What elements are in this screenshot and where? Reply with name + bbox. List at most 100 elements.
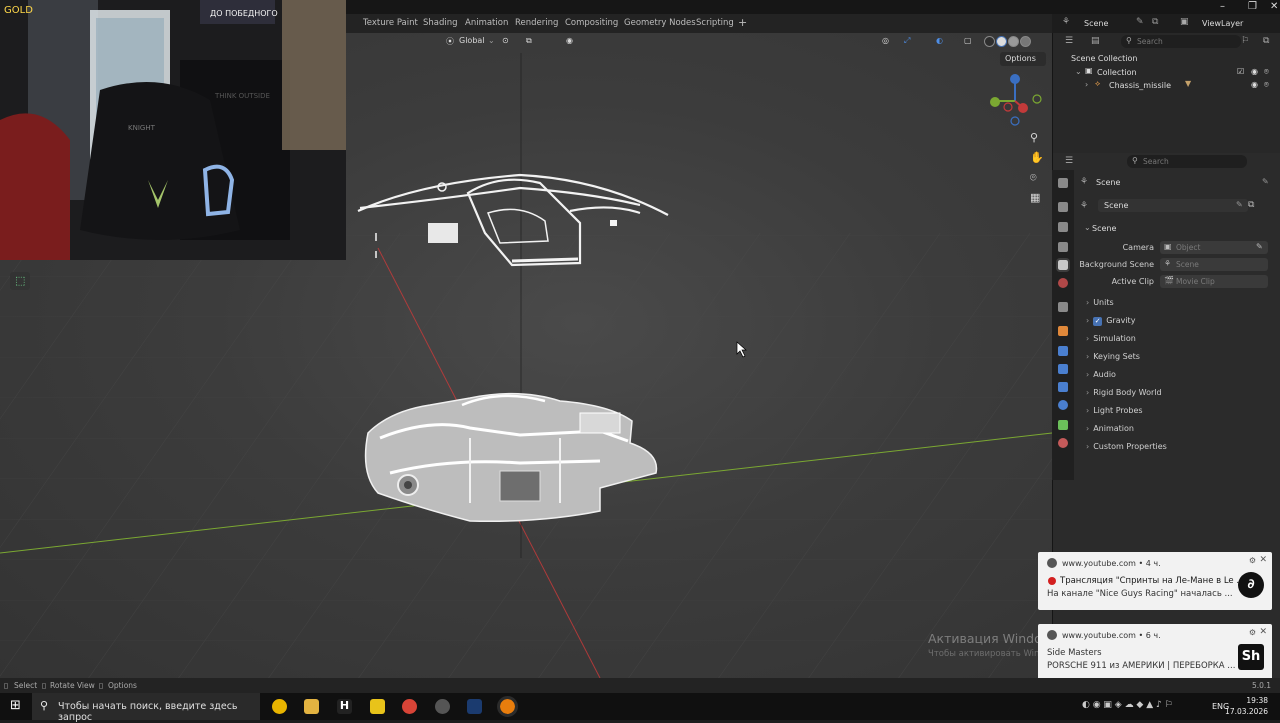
subpanel-rigid-body-world[interactable]: › Rigid Body World <box>1086 388 1162 397</box>
camera-view-icon[interactable]: ⌾ <box>1030 171 1037 184</box>
app-circle-icon[interactable] <box>435 699 450 714</box>
scene-selector[interactable]: ⚘ Scene ✎ ⧉ <box>1062 16 1172 31</box>
scene-tab-icon[interactable] <box>1056 258 1070 272</box>
grid-view-icon[interactable]: ▦ <box>1030 191 1040 204</box>
rendered-shading-icon[interactable] <box>1020 36 1031 47</box>
tab-geometry-nodes[interactable]: Geometry Nodes <box>624 18 696 28</box>
checkbox-icon[interactable]: ☑ <box>1237 67 1244 76</box>
notification-settings-icon[interactable]: ⚙ <box>1249 556 1256 565</box>
tab-animation[interactable]: Animation <box>465 18 508 28</box>
pin-icon[interactable]: ✎ <box>1262 177 1269 186</box>
tab-compositing[interactable]: Compositing <box>565 18 618 28</box>
eye-icon[interactable]: ◉ <box>1251 80 1258 89</box>
pan-hand-icon[interactable]: ✋ <box>1030 151 1044 164</box>
render-tab-icon[interactable] <box>1058 202 1068 212</box>
outliner-editor-icon[interactable]: ☰ <box>1065 36 1073 46</box>
collection-tab-icon[interactable] <box>1058 302 1068 312</box>
notification-close-icon[interactable]: ✕ <box>1259 627 1267 637</box>
new-collection-icon[interactable]: ⧉ <box>1263 36 1269 46</box>
subpanel-simulation[interactable]: › Simulation <box>1086 334 1136 343</box>
navigation-gizmo[interactable] <box>990 74 1042 126</box>
view-layer-tab-icon[interactable] <box>1058 242 1068 252</box>
properties-editor-icon[interactable]: ☰ <box>1065 156 1073 166</box>
overlay-toggle-icon[interactable]: ◐ <box>936 36 943 45</box>
zoom-icon[interactable]: ⚲ <box>1030 131 1038 144</box>
pin-icon[interactable]: ✎ <box>1136 17 1144 27</box>
snap-icon[interactable]: ⧉ <box>526 36 532 46</box>
app-yellow-icon[interactable] <box>370 699 385 714</box>
xray-toggle-icon[interactable]: ▢ <box>964 36 972 45</box>
eyedropper-icon[interactable]: ✎ <box>1256 242 1263 251</box>
modifier-tab-icon[interactable] <box>1058 346 1068 356</box>
cortana-icon[interactable] <box>272 699 287 714</box>
output-tab-icon[interactable] <box>1058 222 1068 232</box>
outliner-search-input[interactable]: ⚲ Search <box>1121 35 1241 48</box>
tab-texture-paint[interactable]: Texture Paint <box>363 18 418 28</box>
active-clip-field[interactable]: 🎬 Movie Clip <box>1160 275 1268 288</box>
display-mode-icon[interactable]: ▤ <box>1091 36 1100 46</box>
scene-datablock-field[interactable]: Scene ✎ <box>1098 199 1248 212</box>
add-workspace-button[interactable]: + <box>738 16 747 29</box>
material-shading-icon[interactable] <box>1008 36 1019 47</box>
proportional-edit-icon[interactable]: ◉ <box>566 36 573 45</box>
data-tab-icon[interactable] <box>1058 420 1068 430</box>
physics-tab-icon[interactable] <box>1058 382 1068 392</box>
outliner-object-row[interactable]: › ⟡ Chassis_missile ▼ ◉ ⌾ <box>1083 79 1273 91</box>
subpanel-keying-sets[interactable]: › Keying Sets <box>1086 352 1140 361</box>
minimize-icon[interactable]: – <box>1220 1 1225 12</box>
subpanel-audio[interactable]: › Audio <box>1086 370 1116 379</box>
particles-tab-icon[interactable] <box>1058 364 1068 374</box>
pivot-icon[interactable]: ⊙ <box>502 36 509 45</box>
camera-icon[interactable]: ⌾ <box>1264 80 1269 90</box>
viewport-options-button[interactable]: Options <box>1000 52 1046 66</box>
solid-shading-icon[interactable] <box>996 36 1007 47</box>
fake-user-icon[interactable]: ✎ <box>1236 200 1243 209</box>
transform-orientation-icon[interactable]: ⦿ <box>446 36 454 47</box>
close-icon[interactable]: ✕ <box>1270 1 1278 12</box>
world-tab-icon[interactable] <box>1058 278 1068 288</box>
background-scene-field[interactable]: ⚘ Scene <box>1160 258 1268 271</box>
object-tab-icon[interactable] <box>1058 326 1068 336</box>
expand-chevron-icon[interactable]: › <box>1085 80 1088 89</box>
tab-scripting[interactable]: Scripting <box>696 18 734 28</box>
notification-settings-icon[interactable]: ⚙ <box>1249 628 1256 637</box>
tool-button[interactable]: ⬚ <box>10 272 30 290</box>
material-tab-icon[interactable] <box>1058 438 1068 448</box>
taskbar-clock[interactable]: 19:38 17.03.2026 <box>1225 695 1268 717</box>
expand-chevron-icon[interactable]: ⌄ <box>1075 67 1082 76</box>
subpanel-animation[interactable]: › Animation <box>1086 424 1134 433</box>
notification-toast[interactable]: www.youtube.com • 6 ч. ⚙ ✕ Side Masters … <box>1038 624 1272 680</box>
gravity-checkbox[interactable]: ✓ <box>1093 317 1103 326</box>
notification-toast[interactable]: www.youtube.com • 4 ч. ⚙ ✕ Трансляция "С… <box>1038 552 1272 610</box>
scene-panel-header[interactable]: ⌄ Scene <box>1080 222 1270 234</box>
subpanel-light-probes[interactable]: › Light Probes <box>1086 406 1143 415</box>
notification-close-icon[interactable]: ✕ <box>1259 555 1267 565</box>
taskbar-search-input[interactable]: ⚲ Чтобы начать поиск, введите здесь запр… <box>32 693 260 723</box>
subpanel-gravity[interactable]: › ✓ Gravity <box>1086 316 1135 326</box>
visibility-icon[interactable]: ◎ <box>882 36 889 45</box>
file-explorer-icon[interactable] <box>304 699 319 714</box>
tool-tab-icon[interactable] <box>1058 178 1068 188</box>
constraints-tab-icon[interactable] <box>1058 400 1068 410</box>
windows-start-icon[interactable]: ⊞ <box>10 698 21 713</box>
tray-icons[interactable]: ◐ ◉ ▣ ◈ ☁ ◆ ▲ ♪ ⚐ <box>1082 700 1173 710</box>
restore-icon[interactable]: ❐ <box>1248 1 1257 12</box>
gizmo-toggle-icon[interactable]: ⤢ <box>904 36 910 46</box>
blender-taskbar-icon[interactable] <box>497 696 518 717</box>
tab-shading[interactable]: Shading <box>423 18 458 28</box>
chrome-taskbar-icon[interactable] <box>402 699 417 714</box>
camera-icon[interactable]: ⌾ <box>1264 67 1269 77</box>
tab-rendering[interactable]: Rendering <box>515 18 558 28</box>
transform-orientation-dropdown[interactable]: Global <box>459 36 485 45</box>
outliner-scene-collection[interactable]: Scene Collection <box>1071 54 1138 63</box>
outliner-collection-row[interactable]: ⌄ ▣ Collection ☑ ◉ ⌾ <box>1073 66 1273 78</box>
filter-icon[interactable]: ⚐ <box>1241 36 1249 46</box>
subpanel-units[interactable]: › Units <box>1086 298 1114 307</box>
steam-icon[interactable] <box>467 699 482 714</box>
eye-icon[interactable]: ◉ <box>1251 67 1258 76</box>
wireframe-shading-icon[interactable] <box>984 36 995 47</box>
camera-field[interactable]: ▣ Object ✎ <box>1160 241 1268 254</box>
subpanel-custom-properties[interactable]: › Custom Properties <box>1086 442 1167 451</box>
app-h-icon[interactable]: H <box>337 699 352 714</box>
properties-search-input[interactable]: ⚲ Search <box>1127 155 1247 168</box>
